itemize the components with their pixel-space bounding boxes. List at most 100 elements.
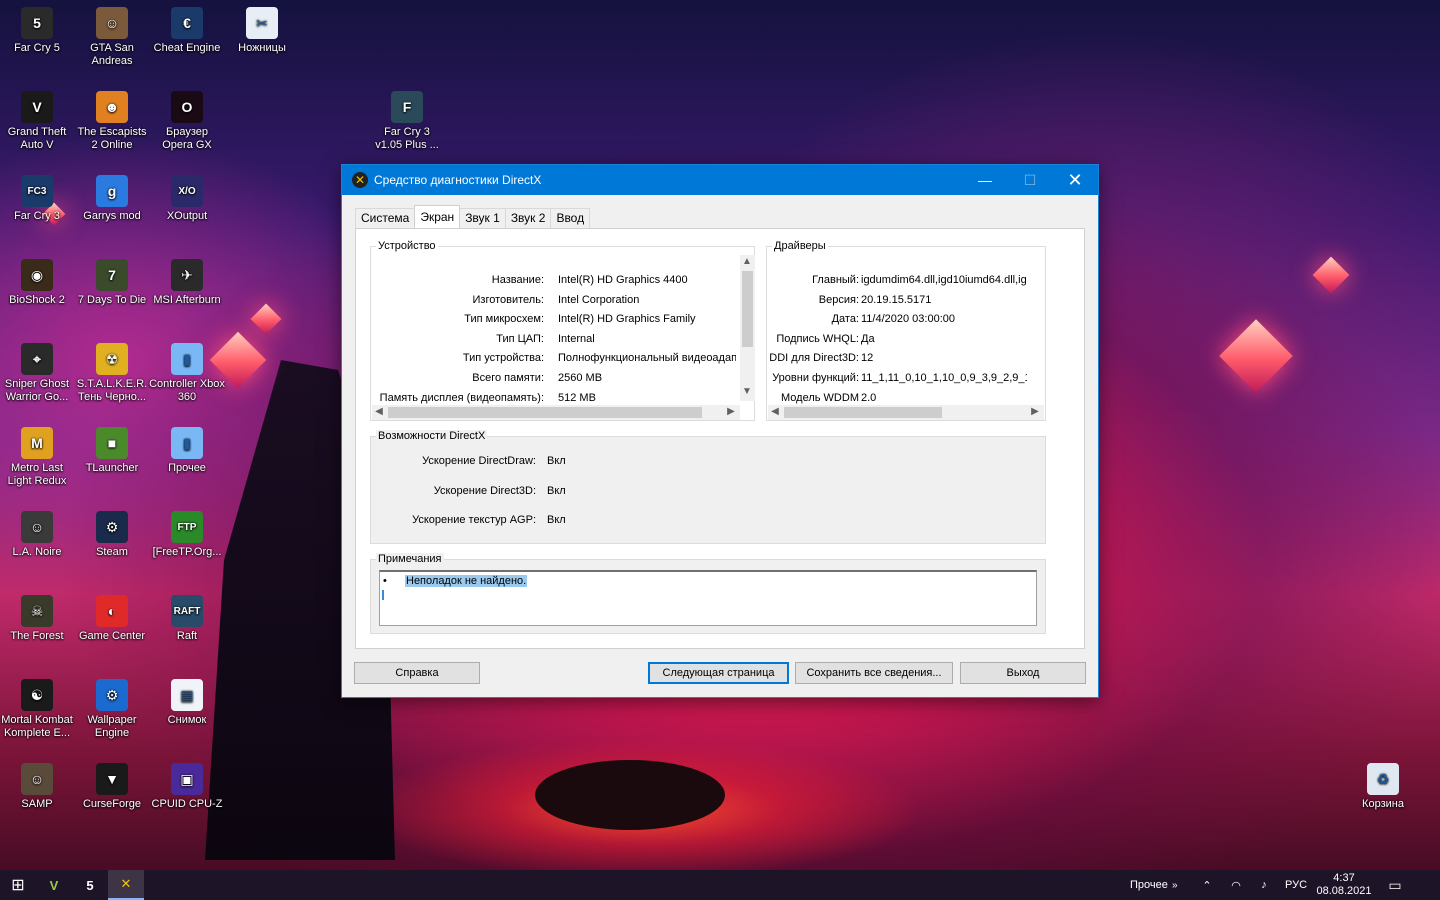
- desktop-icon[interactable]: FC3 Far Cry 3: [0, 171, 77, 255]
- language-indicator[interactable]: РУС: [1278, 879, 1314, 891]
- desktop-icon[interactable]: O Браузер Opera GX: [147, 87, 227, 171]
- close-button[interactable]: ✕: [1052, 165, 1098, 195]
- scroll-left-icon[interactable]: ◀: [768, 406, 782, 417]
- clock[interactable]: 4:37 08.08.2021: [1314, 872, 1374, 898]
- desktop-icon-label: MSI Afterburn: [153, 294, 221, 306]
- desktop-icon[interactable]: ✈ MSI Afterburn: [147, 255, 227, 339]
- directx-feature-value: Вкл: [547, 484, 566, 497]
- scroll-right-icon[interactable]: ▶: [1028, 406, 1042, 417]
- tab-input[interactable]: Ввод: [550, 208, 591, 228]
- opera-gx-icon: O: [171, 91, 203, 123]
- title-bar[interactable]: ✕ Средство диагностики DirectX — ☐ ✕: [342, 165, 1098, 195]
- notifications-icon[interactable]: ▭: [1374, 877, 1416, 894]
- scrollbar-thumb[interactable]: [388, 407, 702, 418]
- desktop-icon[interactable]: FTP [FreeTP.Org...: [147, 507, 227, 591]
- chevron-right-icon[interactable]: »: [1172, 880, 1192, 891]
- ftp-icon: FTP: [171, 511, 203, 543]
- next-page-button[interactable]: Следующая страница: [648, 662, 789, 684]
- farcry3-icon: FC3: [21, 175, 53, 207]
- device-horizontal-scrollbar[interactable]: ◀ ▶: [372, 405, 740, 420]
- tab-sound-1[interactable]: Звук 1: [459, 208, 506, 228]
- desktop-icon[interactable]: g Garrys mod: [72, 171, 152, 255]
- device-vertical-scrollbar[interactable]: ▲ ▼: [740, 255, 755, 401]
- desktop-icon[interactable]: ▮ Прочее: [147, 423, 227, 507]
- scrollbar-thumb[interactable]: [784, 407, 942, 418]
- desktop-icon[interactable]: ☺ GTA San Andreas: [72, 3, 152, 87]
- desktop-icon-label: Far Cry 3: [14, 210, 60, 222]
- desktop-icon[interactable]: ☺ L.A. Noire: [0, 507, 77, 591]
- notes-text[interactable]: Неполадок не найдено.: [405, 575, 528, 587]
- desktop-icon[interactable]: ☺ SAMP: [0, 759, 77, 843]
- desktop-icon[interactable]: V Grand Theft Auto V: [0, 87, 77, 171]
- desktop-icon-label: Wallpaper Engine: [87, 714, 137, 739]
- drivers-horizontal-scrollbar[interactable]: ◀ ▶: [768, 405, 1044, 420]
- desktop-icon[interactable]: ⚙ Steam: [72, 507, 152, 591]
- driver-info-key: Дата:: [831, 313, 859, 326]
- network-icon[interactable]: ◠: [1222, 879, 1250, 892]
- desktop-icon[interactable]: M Metro Last Light Redux: [0, 423, 77, 507]
- scroll-left-icon[interactable]: ◀: [372, 406, 386, 417]
- desktop-icon[interactable]: ▼ CurseForge: [72, 759, 152, 843]
- tab-system[interactable]: Система: [355, 208, 416, 228]
- minimize-button[interactable]: —: [962, 165, 1008, 195]
- scroll-up-icon[interactable]: ▲: [740, 256, 754, 267]
- desktop-icon[interactable]: ☻ The Escapists 2 Online: [72, 87, 152, 171]
- dxdiag-taskbar-icon[interactable]: ✕: [108, 870, 144, 900]
- tray-folder-label[interactable]: Прочее: [1130, 879, 1172, 891]
- desktop-icon[interactable]: ▮ Controller Xbox 360: [147, 339, 227, 423]
- desktop-icon[interactable]: ◉ BioShock 2: [0, 255, 77, 339]
- desktop-icon[interactable]: ☠ The Forest: [0, 591, 77, 675]
- desktop-icon[interactable]: ☢ S.T.A.L.K.E.R. Тень Черно...: [72, 339, 152, 423]
- scrollbar-thumb[interactable]: [742, 271, 753, 347]
- desktop-icon[interactable]: ▣ CPUID CPU-Z: [147, 759, 227, 843]
- chevron-up-icon[interactable]: ⌃: [1192, 879, 1222, 892]
- escapists-icon: ☻: [96, 91, 128, 123]
- farcry5-taskbar-icon[interactable]: 5: [72, 870, 108, 900]
- desktop-icon[interactable]: RAFT Raft: [147, 591, 227, 675]
- dxdiag-window[interactable]: ✕ Средство диагностики DirectX — ☐ ✕ Сис…: [341, 164, 1099, 698]
- desktop-icon[interactable]: ☯ Mortal Kombat Komplete E...: [0, 675, 77, 759]
- exit-button[interactable]: Выход: [960, 662, 1086, 684]
- volume-icon[interactable]: ♪: [1250, 879, 1278, 891]
- clock-date: 08.08.2021: [1316, 885, 1372, 897]
- help-button[interactable]: Справка: [354, 662, 480, 684]
- tab-display[interactable]: Экран: [414, 205, 461, 228]
- desktop-icon[interactable]: ⚙ Wallpaper Engine: [72, 675, 152, 759]
- desktop-icon[interactable]: 5 Far Cry 5: [0, 3, 77, 87]
- the-forest-icon: ☠: [21, 595, 53, 627]
- driver-info-value: 11/4/2020 03:00:00: [861, 313, 955, 326]
- cheat-engine-icon: €: [171, 7, 203, 39]
- desktop-icon[interactable]: 7 7 Days To Die: [72, 255, 152, 339]
- desktop-icon[interactable]: ▦ Снимок: [147, 675, 227, 759]
- start-button[interactable]: ⊞: [0, 870, 36, 900]
- driver-info-key: Подпись WHQL:: [776, 332, 859, 345]
- device-info-value: Internal: [558, 332, 595, 345]
- desktop-icon[interactable]: € Cheat Engine: [147, 3, 227, 87]
- desktop-icon[interactable]: ✂ Ножницы: [222, 3, 302, 87]
- device-info-key: Тип микросхем:: [464, 313, 544, 326]
- la-noire-icon: ☺: [21, 511, 53, 543]
- desktop-icon[interactable]: ⌖ Sniper Ghost Warrior Go...: [0, 339, 77, 423]
- desktop-icon[interactable]: ♻ Корзина: [1343, 759, 1423, 843]
- stalker-icon: ☢: [96, 343, 128, 375]
- driver-info-value: 12: [861, 352, 874, 365]
- notes-textbox[interactable]: • Неполадок не найдено.: [379, 570, 1037, 626]
- directx-feature-key: Ускорение DirectDraw:: [422, 455, 536, 467]
- maximize-button[interactable]: ☐: [1007, 165, 1053, 195]
- desktop-icon-label: [FreeTP.Org...: [152, 546, 222, 558]
- scroll-right-icon[interactable]: ▶: [724, 406, 738, 417]
- desktop-icon-label: Корзина: [1362, 798, 1404, 810]
- desktop-icon[interactable]: ◐ Game Center: [72, 591, 152, 675]
- device-group: Устройство Название: Intel(R) HD Graphics…: [370, 240, 755, 421]
- driver-info-value: 2.0: [861, 391, 877, 404]
- tab-sound-2[interactable]: Звук 2: [504, 208, 552, 228]
- scroll-down-icon[interactable]: ▼: [740, 386, 754, 397]
- device-info-value: Intel(R) HD Graphics Family: [558, 313, 696, 326]
- save-info-button[interactable]: Сохранить все сведения...: [795, 662, 953, 684]
- desktop-icon[interactable]: X/O XOutput: [147, 171, 227, 255]
- metro-icon: M: [21, 427, 53, 459]
- gta5-taskbar-icon[interactable]: V: [36, 870, 72, 900]
- desktop-icon[interactable]: F Far Cry 3 v1.05 Plus ...: [367, 87, 447, 171]
- desktop-icon[interactable]: ■ TLauncher: [72, 423, 152, 507]
- drivers-group: Драйверы Главный: igdumdim64.dll,igd10ium…: [766, 240, 1046, 421]
